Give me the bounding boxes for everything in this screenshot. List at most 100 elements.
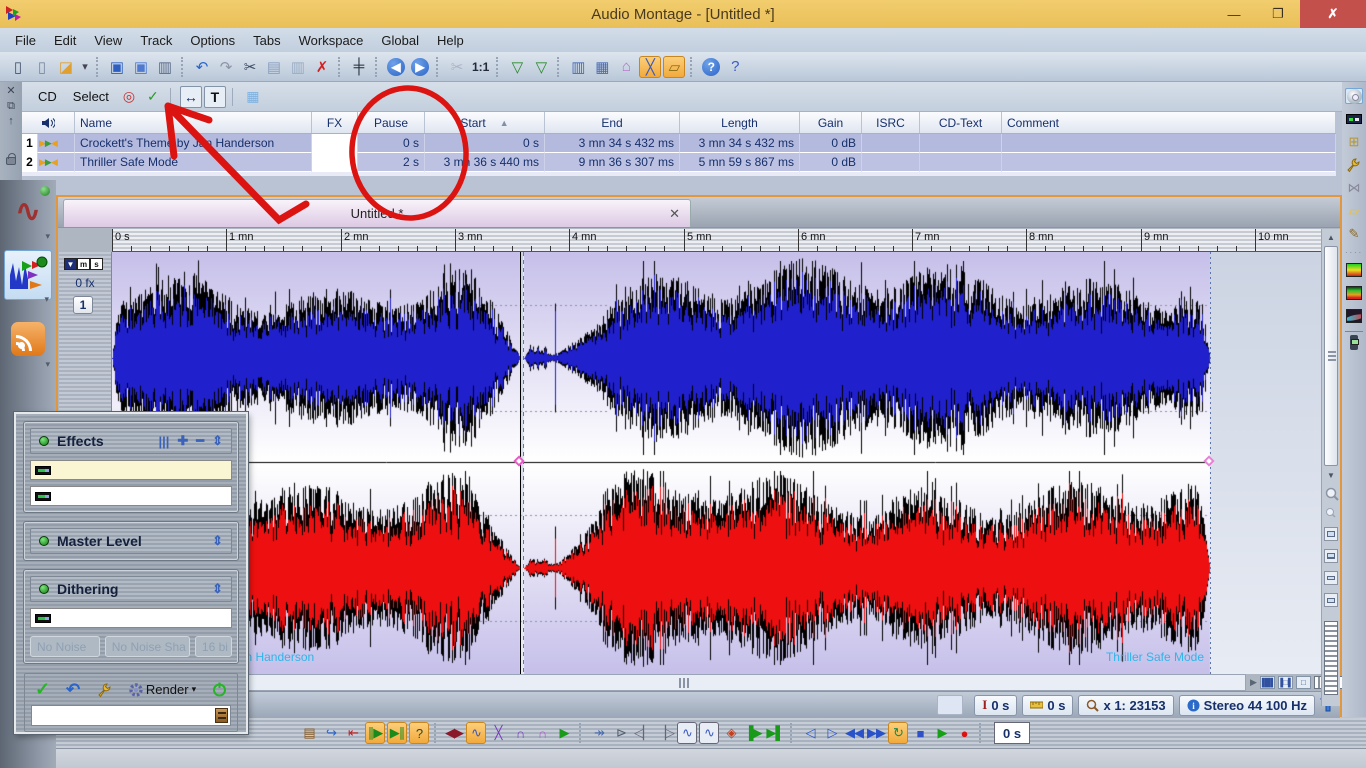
view-preset-3-button[interactable] — [1324, 571, 1338, 585]
new-file-icon[interactable]: ▯ — [7, 56, 29, 78]
go-start-icon[interactable]: ◁ — [800, 722, 820, 744]
noise-type-button[interactable]: No Noise — [30, 636, 100, 657]
fold-icon[interactable]: ⇕ — [212, 581, 223, 597]
file-cabinet-icon[interactable]: ▤ — [299, 722, 319, 744]
scroll-up-icon[interactable]: ▲ — [1324, 231, 1338, 244]
menu-edit[interactable]: Edit — [45, 31, 85, 50]
delete-icon[interactable]: ✗ — [311, 56, 333, 78]
pause-cell[interactable]: 0 s — [358, 134, 425, 153]
zoom-thumbwheel-v[interactable] — [1324, 621, 1338, 695]
check-conformity-icon[interactable]: ✓ — [142, 86, 164, 108]
routing-icon[interactable]: ||| — [158, 434, 169, 449]
record-icon[interactable]: ● — [954, 722, 974, 744]
tab-close-icon[interactable]: ✕ — [669, 206, 680, 222]
zoom-preset3-icon[interactable]: □ — [1295, 676, 1311, 689]
save-as-icon[interactable]: ▣ — [130, 56, 152, 78]
wave-window-icon[interactable]: ∿ — [677, 722, 697, 744]
end-cell[interactable]: 3 mn 34 s 432 ms — [545, 134, 680, 153]
track-menu-button[interactable]: ▼ — [64, 258, 77, 270]
menu-options[interactable]: Options — [181, 31, 244, 50]
settings-wrench-icon[interactable] — [96, 682, 113, 698]
row-number[interactable]: 2 — [22, 153, 38, 172]
open-icon[interactable]: ◪ — [55, 56, 77, 78]
tag-icon[interactable]: ▱ — [1345, 203, 1363, 219]
fade-shape-icon[interactable]: ∩ — [510, 722, 530, 744]
menu-global[interactable]: Global — [372, 31, 428, 50]
view-preset-4-button[interactable] — [1324, 593, 1338, 607]
restore-button[interactable]: ❐ — [1256, 0, 1300, 28]
column-header-start[interactable]: Start ▲ — [425, 112, 545, 133]
view-preset-2-button[interactable] — [1324, 549, 1338, 563]
menu-track[interactable]: Track — [131, 31, 181, 50]
dock-collapse-icon[interactable]: ↑ — [8, 114, 14, 129]
speaker-column-header[interactable] — [22, 112, 75, 133]
level-meter-icon[interactable] — [1345, 285, 1363, 301]
track-fx-label[interactable]: 0 fx — [59, 276, 111, 290]
power-icon[interactable] — [212, 682, 227, 697]
grid-icon[interactable]: ▦ — [242, 86, 264, 108]
start-cell[interactable]: 3 mn 36 s 440 ms — [425, 153, 545, 172]
column-header-name[interactable]: Name — [75, 112, 312, 133]
close-button[interactable]: ✗ — [1300, 0, 1366, 28]
plugin-rack-icon[interactable] — [1345, 111, 1363, 127]
flag-icon[interactable]: ⊳ — [611, 722, 631, 744]
crossfade-edit-icon[interactable]: ╳ — [639, 55, 662, 78]
zoom-factor-box[interactable]: x 1: 23153 — [1078, 694, 1174, 716]
zoom-in-icon[interactable] — [1325, 487, 1339, 501]
context-help-icon[interactable]: ? — [724, 56, 746, 78]
ripple-icon[interactable]: ↠ — [589, 722, 609, 744]
snap-right-icon[interactable]: ▦ — [591, 56, 613, 78]
cd-text-cell[interactable] — [920, 134, 1002, 153]
redo-icon[interactable]: ↷ — [215, 56, 237, 78]
new-special-icon[interactable]: ▯ — [31, 56, 53, 78]
funnel-next-icon[interactable]: ▽ — [530, 56, 552, 78]
dithering-led-icon[interactable] — [39, 584, 49, 594]
master-fader-icon[interactable] — [1345, 331, 1363, 350]
insert-at-cursor-icon[interactable]: ⇤ — [343, 722, 363, 744]
snap-left-icon[interactable]: ▥ — [567, 56, 589, 78]
comment-cell[interactable] — [1002, 153, 1336, 172]
cd-text-icon[interactable]: T — [203, 85, 226, 108]
trim-clip-icon[interactable]: ◀▶ — [444, 722, 464, 744]
cd-text-cell[interactable] — [920, 153, 1002, 172]
menu-help[interactable]: Help — [428, 31, 473, 50]
notes-icon[interactable]: ✎ — [1345, 226, 1363, 242]
zoom-preset2-icon[interactable]: ▐□▌ — [1277, 676, 1294, 689]
mixer-fader-icon[interactable]: ╪ — [348, 56, 370, 78]
phase-scope-icon[interactable] — [1345, 308, 1363, 324]
dock-float-icon[interactable]: ⧉ — [7, 99, 15, 114]
column-header-pause[interactable]: Pause — [358, 112, 425, 133]
zoom-preset1-icon[interactable]: ▐█▌ — [1259, 676, 1276, 689]
horizontal-scrollbar[interactable] — [112, 674, 1246, 691]
audio-format-box[interactable]: i Stereo 44 100 Hz — [1178, 694, 1315, 716]
wave-mode-icon[interactable]: ∿ — [466, 722, 486, 744]
play-green-icon[interactable]: ▶ — [554, 722, 574, 744]
length-cell[interactable]: 5 mn 59 s 867 ms — [680, 153, 800, 172]
loop-icon[interactable]: ↻ — [888, 722, 908, 744]
marker-pair-icon[interactable]: ⋈ — [1345, 180, 1363, 196]
waveform-canvas[interactable] — [112, 252, 1324, 674]
what-is-this-icon[interactable]: ? — [409, 722, 429, 744]
envelope-node-icon[interactable]: ◈ — [721, 722, 741, 744]
dither-slot[interactable] — [30, 608, 232, 628]
track-number-button[interactable]: 1 — [73, 296, 93, 314]
zoom-out-icon[interactable] — [1325, 507, 1336, 518]
spectrum-meter-icon[interactable] — [1345, 262, 1363, 278]
autoplay-icon[interactable]: ▷ — [822, 722, 842, 744]
end-cell[interactable]: 9 mn 36 s 307 ms — [545, 153, 680, 172]
help-icon[interactable]: ? — [702, 57, 721, 76]
play-from-edge-icon[interactable]: ▐▶ — [743, 722, 763, 744]
fast-forward-icon[interactable]: ▶▶ — [866, 722, 886, 744]
cut-icon[interactable]: ✂ — [239, 56, 261, 78]
paste-icon[interactable]: ▥ — [287, 56, 309, 78]
nav-back-icon[interactable]: ◀ — [387, 57, 405, 76]
column-header-fx[interactable]: FX — [312, 112, 358, 133]
timeline-ruler[interactable]: 0 s 1 mn 2 mn 3 mn 4 mn 5 mn 6 mn 7 mn 8 mn 9 mn 1… — [112, 229, 1324, 252]
mute-button[interactable]: m — [77, 258, 90, 270]
next-clip-icon[interactable]: ▕▷ — [655, 722, 675, 744]
fx-cell[interactable] — [312, 153, 358, 172]
note-tag-icon[interactable]: ▱ — [663, 55, 686, 78]
file-tree-icon[interactable]: ⊞ — [1345, 134, 1363, 150]
table-row[interactable]: 2 ▶ ▶ ◀ Thriller Safe Mode 2 s3 mn 36 s 440 m… — [22, 153, 1336, 172]
funnel-prev-icon[interactable]: ▽ — [506, 56, 528, 78]
